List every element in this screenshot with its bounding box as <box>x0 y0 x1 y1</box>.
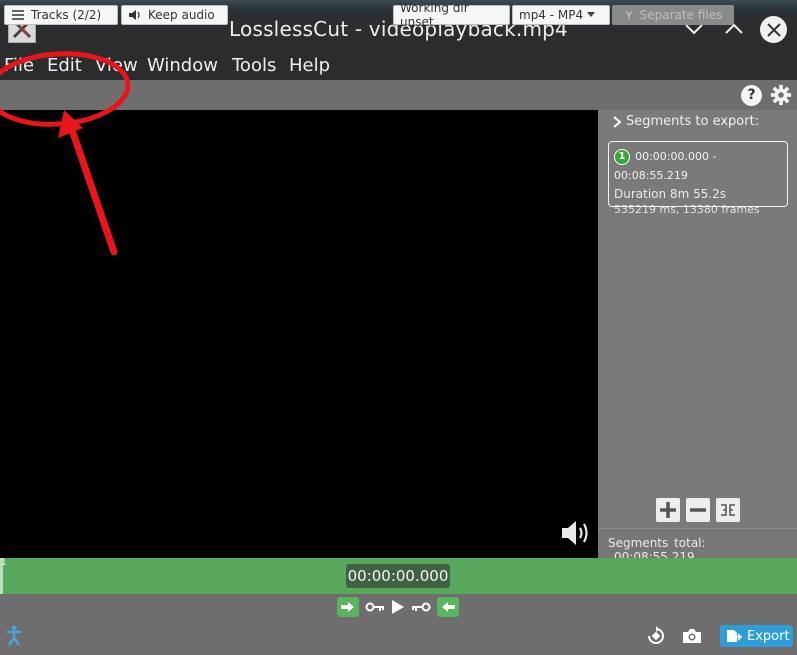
toolbar <box>0 80 797 110</box>
key-right-icon <box>412 602 431 612</box>
split-icon <box>625 10 633 19</box>
list-icon <box>12 10 24 20</box>
remove-segment-button[interactable] <box>686 498 710 522</box>
timeline-segment-label: 1 <box>1 558 7 568</box>
segment-duration: Duration 8m 55.2s <box>614 187 727 201</box>
menu-bar: File Edit View Window Tools Help <box>0 54 797 80</box>
segment-detail: 535219 ms, 13380 frames <box>614 203 760 216</box>
rotate-button[interactable] <box>643 624 669 648</box>
play-icon <box>392 600 404 614</box>
tracks-label: Tracks (2/2) <box>31 8 102 22</box>
key-left-icon <box>365 602 384 612</box>
segment-item[interactable]: 1 00:00:00.000 - 00:08:55.219 Duration 8… <box>608 141 788 216</box>
export-button[interactable]: Export <box>720 625 793 647</box>
menu-view[interactable]: View <box>95 55 138 76</box>
segments-header-label: Segments to export: <box>626 114 760 129</box>
close-button[interactable] <box>760 16 787 43</box>
play-button[interactable] <box>389 597 407 617</box>
segment-range: 00:00:00.000 - 00:08:55.219 <box>614 150 717 182</box>
segment-number-badge: 1 <box>614 148 630 165</box>
keep-audio-label: Keep audio <box>148 8 215 22</box>
speaker-icon[interactable] <box>560 518 592 548</box>
plus-icon <box>660 502 676 518</box>
set-cut-end-button[interactable] <box>437 597 459 617</box>
gear-icon[interactable] <box>770 84 792 106</box>
caret-down-icon <box>587 12 595 17</box>
current-timecode[interactable]: 00:00:00.000 <box>346 564 450 588</box>
separate-files-button[interactable]: Separate files <box>612 5 734 25</box>
split-segment-icon <box>721 504 735 516</box>
menu-edit[interactable]: Edit <box>47 55 82 76</box>
minus-icon <box>690 508 706 512</box>
tracks-button[interactable]: Tracks (2/2) <box>4 5 118 25</box>
export-icon <box>727 630 742 642</box>
accessibility-icon[interactable] <box>4 624 24 648</box>
working-dir-button[interactable]: Working dir unset <box>393 1 510 29</box>
menu-window[interactable]: Window <box>147 55 218 76</box>
rotate-icon <box>648 626 664 644</box>
help-icon[interactable]: ? <box>741 85 762 106</box>
video-player[interactable] <box>0 110 598 558</box>
format-select[interactable]: mp4 - MP4 <box>512 5 610 25</box>
segments-header[interactable]: Segments to export: <box>612 114 759 129</box>
chevron-right-icon <box>613 115 622 128</box>
cut-end-icon <box>442 602 455 612</box>
add-segment-button[interactable] <box>656 498 680 522</box>
menu-file[interactable]: File <box>4 55 34 76</box>
cut-start-icon <box>341 602 354 612</box>
working-dir-label: Working dir unset <box>400 1 469 29</box>
camera-icon <box>683 629 701 643</box>
split-segment-button[interactable] <box>716 498 740 522</box>
jump-cut-end-button[interactable] <box>410 599 432 615</box>
jump-cut-start-button[interactable] <box>364 599 386 615</box>
set-cut-start-button[interactable] <box>337 597 359 617</box>
export-label: Export <box>747 628 790 644</box>
separate-files-label: Separate files <box>639 8 723 22</box>
format-label: mp4 - MP4 <box>519 8 584 22</box>
menu-help[interactable]: Help <box>289 55 330 76</box>
volume-icon <box>129 10 140 20</box>
segments-total-label: Segments total: <box>608 536 706 550</box>
menu-tools[interactable]: Tools <box>232 55 276 76</box>
screenshot-button[interactable] <box>681 626 703 646</box>
close-icon <box>766 22 781 37</box>
keep-audio-button[interactable]: Keep audio <box>121 5 228 25</box>
